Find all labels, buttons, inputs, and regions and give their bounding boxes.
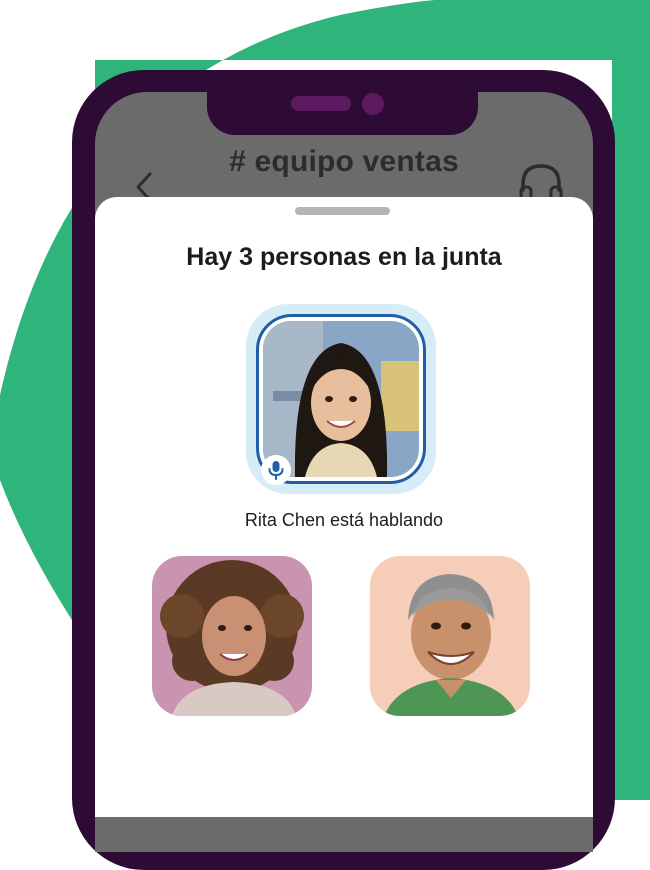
phone-camera <box>362 93 384 115</box>
active-speaker-status: Rita Chen está hablando <box>244 510 444 530</box>
phone-speaker <box>291 96 351 111</box>
huddle-sheet <box>95 197 593 817</box>
avatar-participant-curly-hair[interactable] <box>152 556 312 716</box>
avatar-speaker[interactable] <box>263 321 419 477</box>
huddle-participant-count: Hay 3 personas en la junta <box>186 243 502 271</box>
microphone-icon <box>261 455 291 485</box>
sheet-drag-handle[interactable] <box>295 207 390 215</box>
avatar-participant-smiling-man[interactable] <box>370 556 530 716</box>
